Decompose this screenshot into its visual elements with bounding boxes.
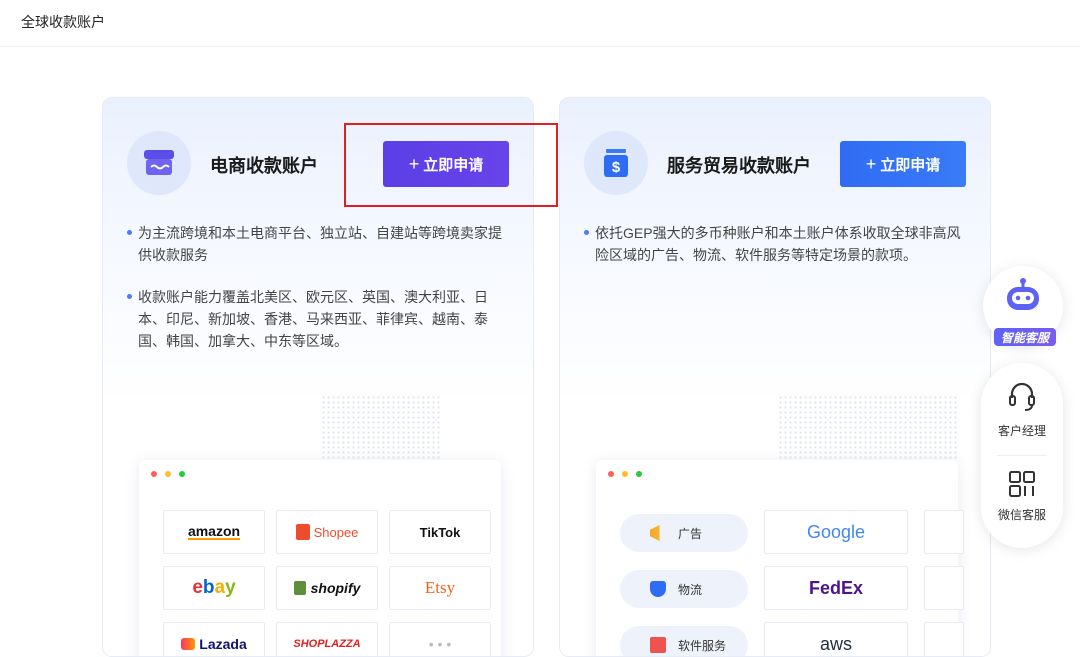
platform-logos-window: amazon Shopee TikTok ebay shopify Etsy L…	[139, 460, 501, 656]
megaphone-icon	[650, 525, 660, 541]
smart-service-label: 智能客服	[994, 328, 1056, 346]
ecommerce-desc-2: 收款账户能力覆盖北美区、欧元区、英国、澳大利亚、日本、印尼、新加坡、香港、马来西…	[127, 286, 507, 352]
logo-fedex: FedEx	[764, 566, 908, 610]
shopee-bag-icon	[295, 524, 310, 540]
highlight-box	[344, 123, 558, 207]
wechat-service-button[interactable]: 微信客服	[981, 469, 1063, 523]
svg-text:$: $	[612, 159, 621, 176]
ship-icon	[650, 581, 666, 597]
shopify-bag-icon	[293, 581, 306, 595]
dollar-icon: $	[584, 131, 648, 195]
wechat-service-label: 微信客服	[997, 508, 1046, 522]
service-logos-window: 广告 物流 软件服务 Google FedEx aws	[596, 460, 964, 656]
bullet-icon	[127, 294, 132, 299]
plus-icon: +	[865, 153, 877, 174]
window-dot-green	[179, 471, 185, 477]
robot-icon	[1007, 278, 1039, 310]
services-desc-1: 依托GEP强大的多币种账户和本土账户体系收取全球非高风险区域的广告、物流、软件服…	[584, 222, 964, 266]
logo-shopify: shopify	[276, 566, 378, 610]
category-advertising: 广告	[620, 514, 748, 552]
logo-tiktok: TikTok	[389, 510, 491, 554]
logo-partial	[924, 510, 964, 554]
window-dot-yellow	[622, 471, 628, 477]
window-dot-red	[608, 471, 614, 477]
software-icon	[650, 637, 666, 653]
logo-amazon: amazon	[163, 510, 265, 554]
window-dot-yellow	[165, 471, 171, 477]
bullet-icon	[127, 230, 132, 235]
logo-partial	[924, 566, 964, 610]
divider	[997, 455, 1047, 456]
account-manager-button[interactable]: 客户经理	[981, 379, 1063, 439]
qr-code-icon	[1009, 471, 1035, 497]
logo-ebay: ebay	[163, 566, 265, 610]
logo-etsy: Etsy	[389, 566, 491, 610]
logo-lazada: Lazada	[163, 622, 265, 656]
services-account-card: $ 服务贸易收款账户 + 立即申请 依托GEP强大的多币种账户和本土账户体系收取…	[559, 97, 991, 657]
services-apply-button[interactable]: + 立即申请	[840, 141, 966, 187]
account-manager-label: 客户经理	[997, 424, 1046, 438]
store-icon	[127, 131, 191, 195]
window-dot-red	[151, 471, 157, 477]
apply-button-label: 立即申请	[880, 156, 941, 174]
logo-google: Google	[764, 510, 908, 554]
window-dot-green	[636, 471, 642, 477]
category-software: 软件服务	[620, 626, 748, 656]
category-logistics: 物流	[620, 570, 748, 608]
logo-shoplazza: SHOPLAZZA	[276, 622, 378, 656]
more-dots-icon: • • •	[428, 636, 452, 652]
services-title: 服务贸易收款账户	[667, 156, 811, 176]
headset-icon	[1009, 382, 1035, 411]
ecommerce-desc-1: 为主流跨境和本土电商平台、独立站、自建站等跨境卖家提供收款服务	[127, 222, 507, 266]
bullet-icon	[584, 230, 589, 235]
ecommerce-title: 电商收款账户	[210, 156, 318, 176]
logo-shopee: Shopee	[276, 510, 378, 554]
logo-partial	[924, 622, 964, 656]
logo-aws: aws	[764, 622, 908, 656]
page-header: 全球收款账户	[0, 0, 1080, 47]
logo-more: • • •	[389, 622, 491, 656]
lazada-heart-icon	[181, 638, 196, 650]
contact-panel: 客户经理 微信客服	[981, 363, 1063, 548]
page-title: 全球收款账户	[21, 14, 105, 30]
